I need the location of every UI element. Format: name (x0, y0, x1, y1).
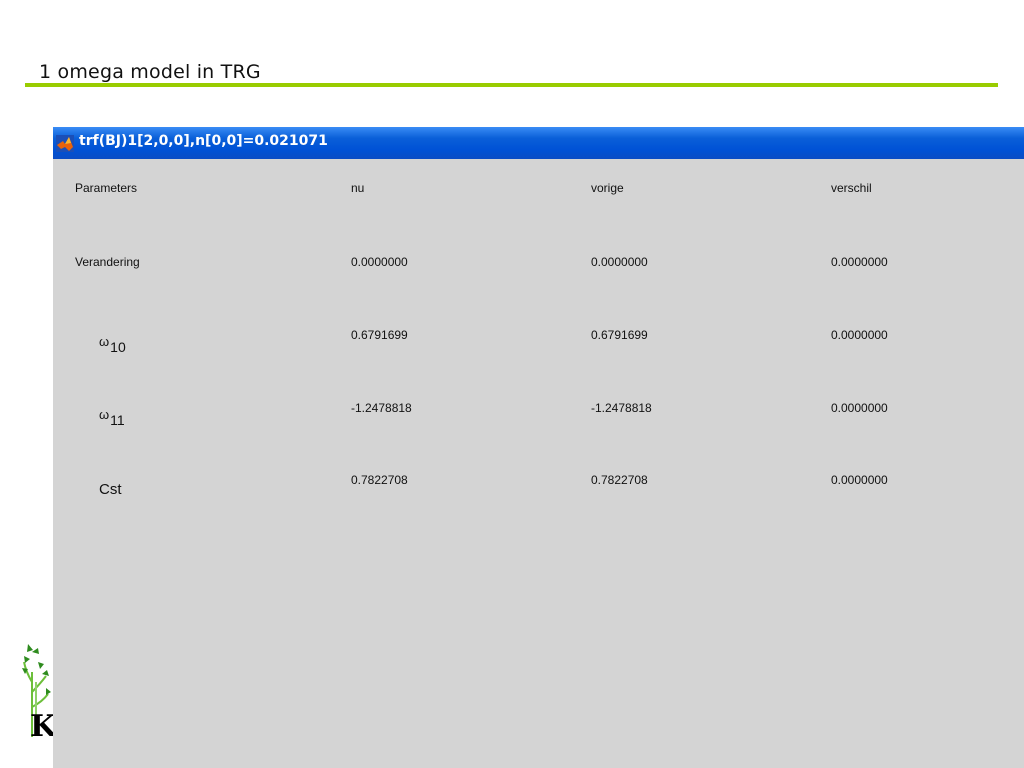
row-label-cst: Cst (99, 481, 122, 498)
table-cell: 0.7822708 (351, 473, 408, 487)
omega-symbol: ω (99, 407, 110, 422)
table-cell: 0.0000000 (831, 255, 888, 269)
table-cell: 0.0000000 (831, 473, 888, 487)
omega-subscript: 10 (110, 339, 126, 355)
table-cell: -1.2478818 (351, 401, 412, 415)
row-label-omega-11: ω11 (99, 406, 125, 428)
table-cell: -1.2478818 (591, 401, 652, 415)
title-underline (25, 83, 998, 87)
matlab-icon (56, 135, 74, 152)
parameter-window: trf(BJ)1[2,0,0],n[0,0]=0.021071 Paramete… (53, 127, 1024, 768)
column-header-nu: nu (351, 181, 365, 195)
table-cell: 0.0000000 (831, 328, 888, 342)
table-cell: 0.6791699 (351, 328, 408, 342)
table-cell: 0.0000000 (831, 401, 888, 415)
window-titlebar[interactable]: trf(BJ)1[2,0,0],n[0,0]=0.021071 (53, 127, 1024, 159)
table-cell: 0.0000000 (591, 255, 648, 269)
table-cell: 0.7822708 (591, 473, 648, 487)
column-header-parameters: Parameters (75, 181, 138, 195)
row-label-omega-10: ω10 (99, 333, 126, 355)
table-cell: 0.6791699 (591, 328, 648, 342)
omega-subscript: 11 (110, 412, 125, 428)
column-header-verschil: verschil (831, 181, 872, 195)
slide-title: 1 omega model in TRG (39, 61, 261, 83)
table-cell: 0.0000000 (351, 255, 408, 269)
omega-symbol: ω (99, 334, 110, 349)
row-label-verandering: Verandering (75, 255, 140, 269)
window-title: trf(BJ)1[2,0,0],n[0,0]=0.021071 (79, 133, 328, 149)
column-header-vorige: vorige (591, 181, 624, 195)
